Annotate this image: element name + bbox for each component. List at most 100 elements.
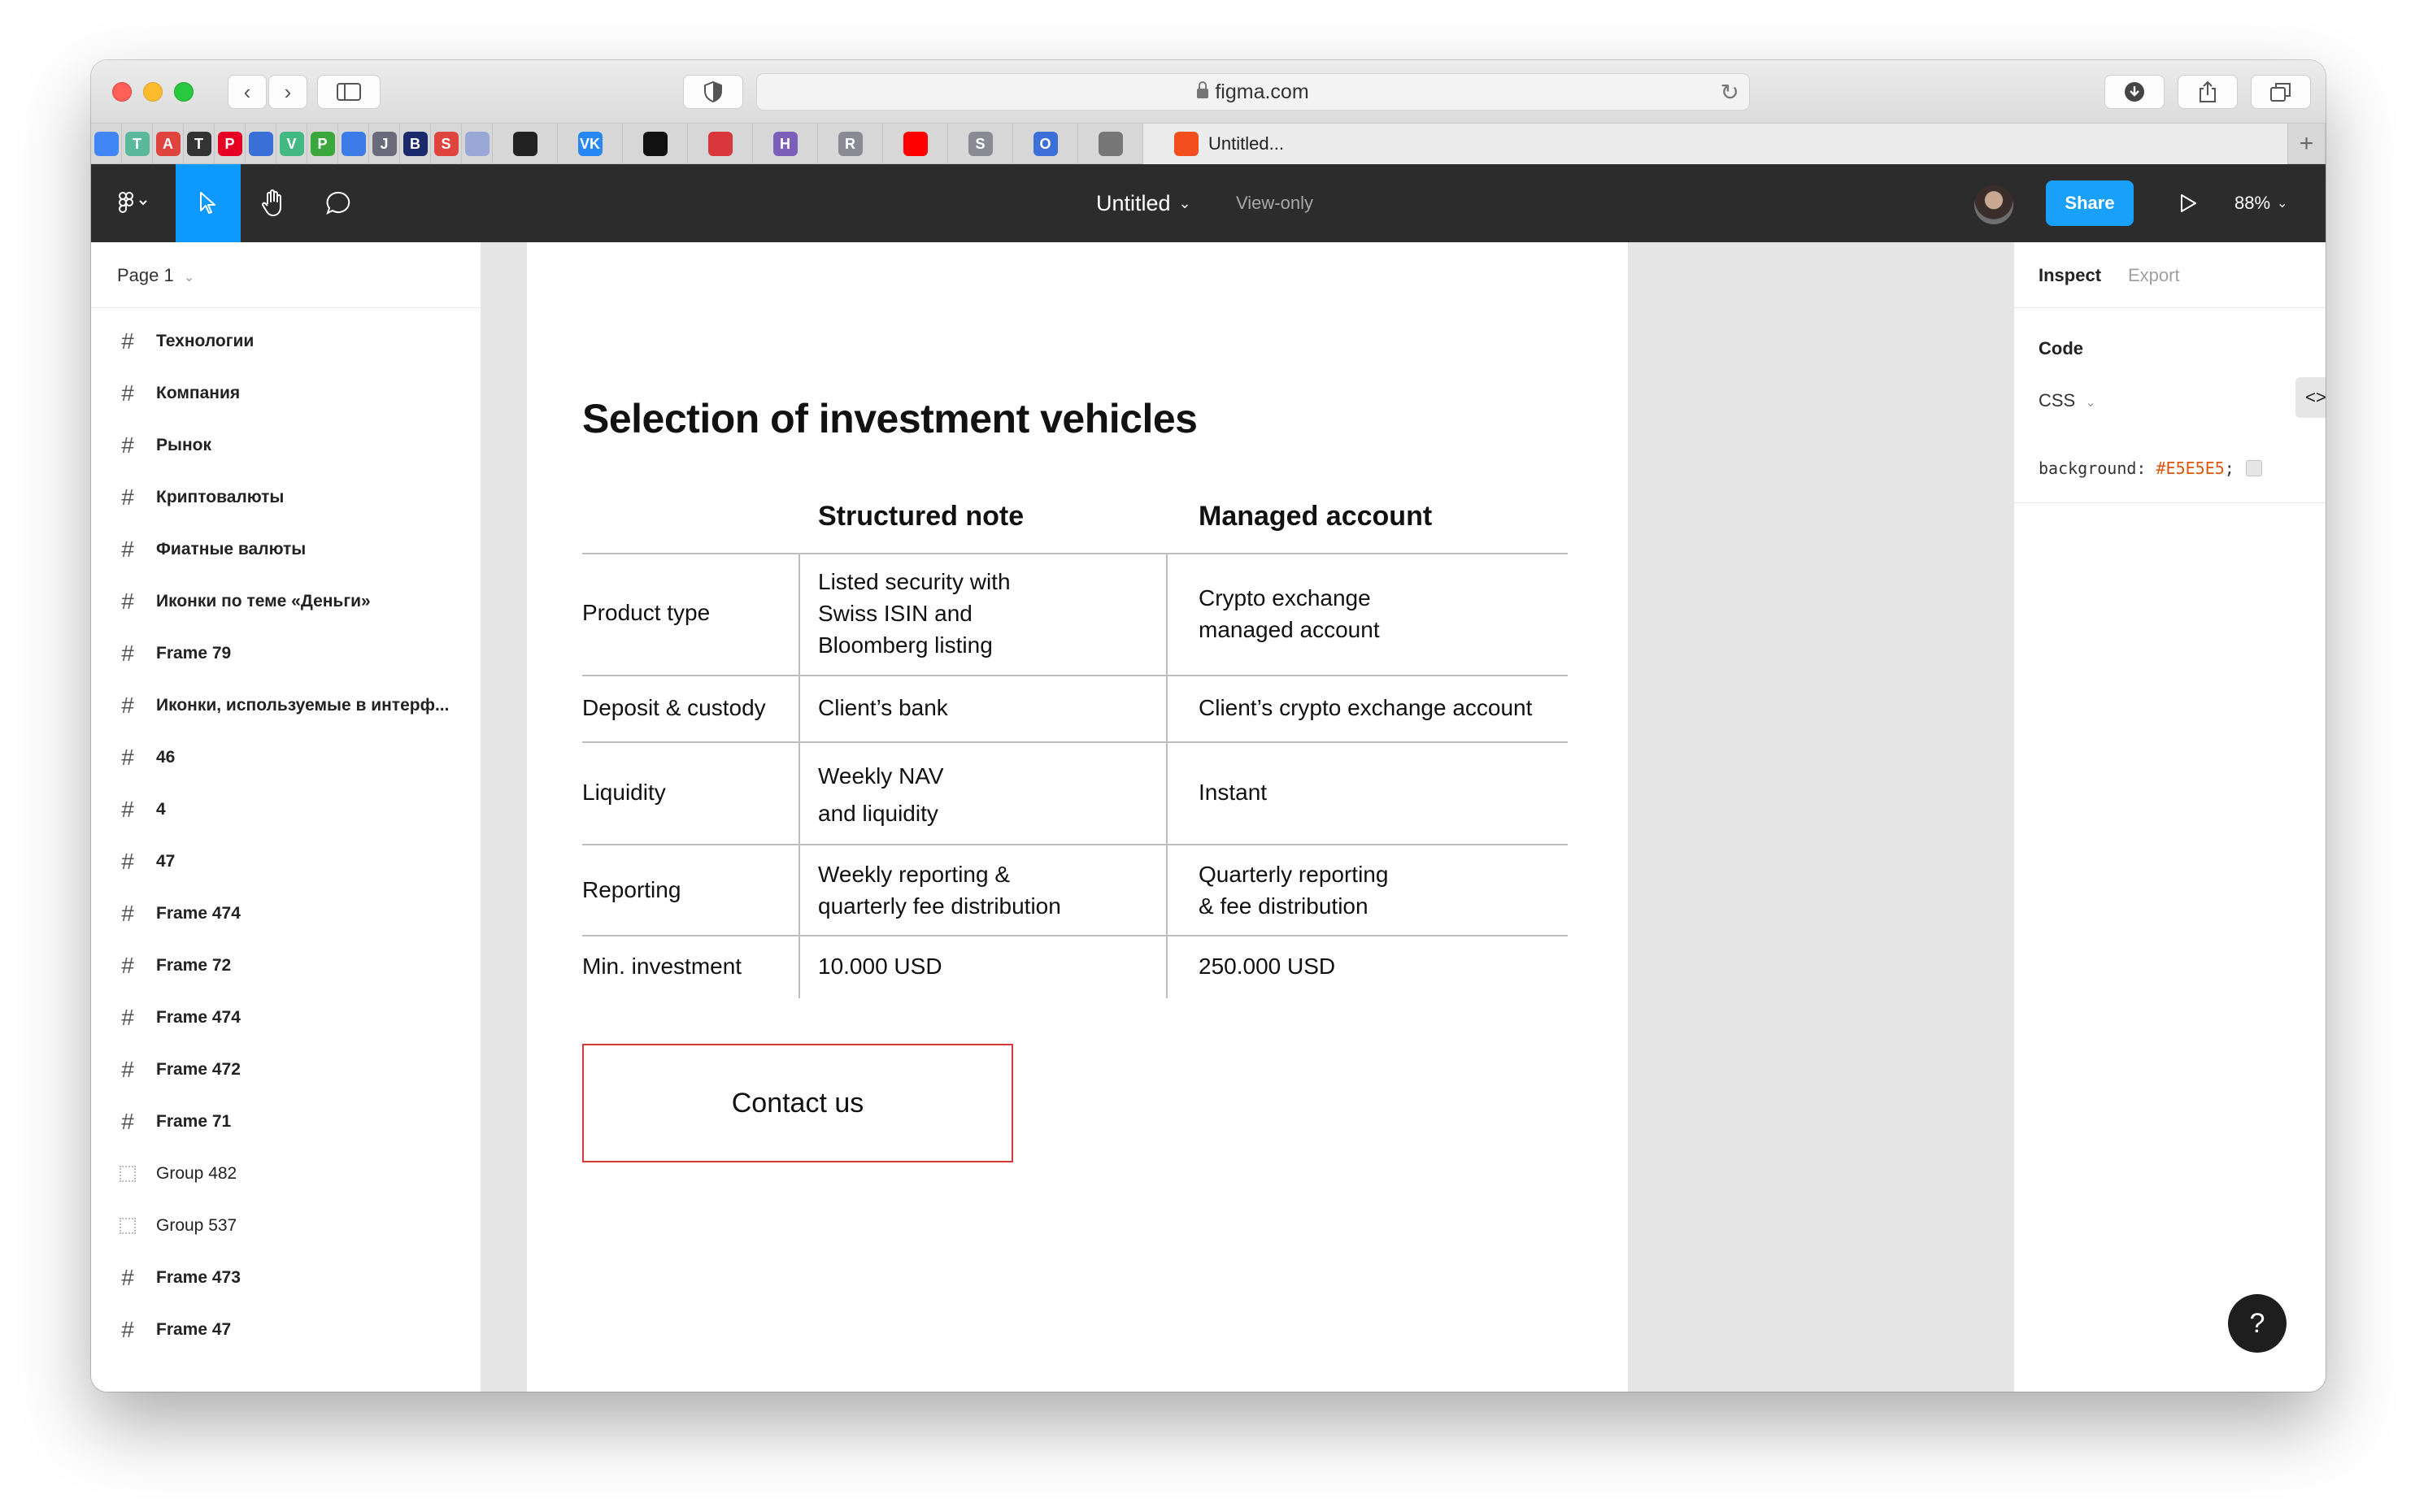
layer-item[interactable]: # Криптовалюты <box>117 471 475 524</box>
bookmark-reddit-bot[interactable] <box>246 124 276 164</box>
bookmark-b[interactable]: B <box>400 124 431 164</box>
layer-name: Иконки по теме «Деньги» <box>156 592 371 610</box>
chevron-right-icon: › <box>284 79 292 104</box>
layer-item[interactable]: Group 537 <box>117 1200 475 1252</box>
h-icon: H <box>772 132 798 156</box>
bookmark-s-grey[interactable]: S <box>948 124 1013 164</box>
layer-item[interactable]: #4 <box>117 784 475 836</box>
present-button[interactable] <box>2168 164 2208 242</box>
share-button[interactable]: Share <box>2046 180 2134 226</box>
tab-bar: T A T P V P J B S VK H R S O Untitled... + <box>91 124 2326 164</box>
privacy-shield-button[interactable] <box>683 75 743 109</box>
layer-item[interactable]: # Frame 474 <box>117 888 475 940</box>
layer-item[interactable]: # Frame 473 <box>117 1252 475 1304</box>
url-text: figma.com <box>1215 80 1309 103</box>
layer-item[interactable]: # Frame 472 <box>117 1044 475 1096</box>
layer-name: 47 <box>156 852 176 871</box>
code-view-toggle[interactable]: <> <box>2295 377 2326 418</box>
comment-tool-button[interactable] <box>306 164 371 242</box>
bookmark-youtube[interactable] <box>883 124 948 164</box>
tab-overview-button[interactable] <box>2251 75 2311 109</box>
downloads-button[interactable] <box>2104 75 2165 109</box>
layer-item[interactable]: # Frame 47 <box>117 1304 475 1356</box>
back-button[interactable]: ‹ <box>228 75 267 109</box>
row-label: Min. investment <box>582 954 742 979</box>
page-selector[interactable]: Page 1 ⌄ <box>117 265 194 286</box>
cluster-icon <box>707 132 733 156</box>
table-divider <box>582 553 1568 554</box>
bookmark-play-circle[interactable] <box>462 124 493 164</box>
forward-button[interactable]: › <box>268 75 307 109</box>
divider <box>2014 502 2326 503</box>
minimize-window-button[interactable] <box>143 82 163 102</box>
chevron-down-icon: ⌄ <box>2277 197 2288 211</box>
address-bar[interactable]: figma.com ↻ <box>756 73 1750 111</box>
tab-export[interactable]: Export <box>2128 265 2180 286</box>
bookmark-vue[interactable]: V <box>276 124 307 164</box>
cell-structured-note: Weekly reporting & quarterly fee distrib… <box>818 862 1061 919</box>
frame-hash-icon: # <box>121 484 134 510</box>
canvas[interactable]: Selection of investment vehicles Structu… <box>481 242 2311 1392</box>
bookmark-chrome[interactable] <box>91 124 122 164</box>
design-frame[interactable]: Selection of investment vehicles Structu… <box>527 242 1628 1392</box>
layer-item[interactable]: # Фиатные валюты <box>117 524 475 576</box>
bookmark-j[interactable]: J <box>369 124 400 164</box>
layer-item[interactable]: #47 <box>117 836 475 888</box>
browser-toolbar: ‹ › figma.com ↻ <box>91 60 2326 124</box>
move-tool-button[interactable] <box>176 164 241 242</box>
contact-us-button[interactable]: Contact us <box>582 1044 1013 1162</box>
bookmark-instagram[interactable] <box>493 124 558 164</box>
layer-item[interactable]: # Frame 72 <box>117 940 475 992</box>
layer-item[interactable]: # Frame 79 <box>117 628 475 680</box>
sidebar-icon <box>337 83 361 101</box>
sidebar-toggle-button[interactable] <box>317 75 381 109</box>
bookmark-github[interactable] <box>623 124 688 164</box>
frame-hash-icon: # <box>121 901 134 926</box>
bookmark-h[interactable]: H <box>753 124 818 164</box>
pinterest-icon: P <box>217 132 242 156</box>
cell-managed-account: Instant <box>1199 780 1268 805</box>
layer-item[interactable]: # Компания <box>117 367 475 419</box>
bookmark-s-red[interactable]: S <box>431 124 462 164</box>
help-button[interactable]: ? <box>2228 1294 2287 1353</box>
bookmark-compass[interactable] <box>1078 124 1143 164</box>
bookmark-o[interactable]: O <box>1013 124 1078 164</box>
zoom-menu[interactable]: 88% ⌄ <box>2234 164 2287 242</box>
layer-item[interactable]: # Frame 474 <box>117 992 475 1044</box>
figma-toolbar: Untitled ⌄ View-only Share 88% ⌄ <box>91 164 2326 242</box>
hand-tool-button[interactable] <box>241 164 306 242</box>
zoom-window-button[interactable] <box>174 82 194 102</box>
bookmark-typora[interactable]: T <box>184 124 215 164</box>
figma-menu-button[interactable] <box>91 164 176 242</box>
layer-item[interactable]: # Технологии <box>117 315 475 367</box>
bookmark-p-green[interactable]: P <box>307 124 338 164</box>
layer-item[interactable]: #46 <box>117 732 475 784</box>
table-divider <box>582 675 1568 676</box>
layer-item[interactable]: # Frame 71 <box>117 1096 475 1148</box>
layer-item[interactable]: # Иконки, используемые в интерф... <box>117 680 475 732</box>
avatar[interactable] <box>1974 185 2013 224</box>
document-title[interactable]: Untitled ⌄ <box>1096 164 1191 242</box>
active-tab[interactable]: Untitled... <box>1143 124 2288 164</box>
bookmark-vk[interactable]: VK <box>558 124 623 164</box>
close-window-button[interactable] <box>112 82 132 102</box>
share-sheet-button[interactable] <box>2178 75 2238 109</box>
language-select[interactable]: CSS ⌄ <box>2039 390 2096 411</box>
tab-inspect[interactable]: Inspect <box>2039 265 2101 286</box>
bookmark-acrobat[interactable]: A <box>153 124 184 164</box>
new-tab-button[interactable]: + <box>2288 124 2326 164</box>
bookmark-cluster[interactable] <box>688 124 753 164</box>
chevron-down-icon: ⌄ <box>1178 194 1191 211</box>
cell-managed-account: Client’s crypto exchange account <box>1199 695 1533 720</box>
layer-name: Технологии <box>156 332 255 350</box>
layer-item[interactable]: # Рынок <box>117 419 475 471</box>
bookmark-pinterest[interactable]: P <box>215 124 246 164</box>
code-snippet[interactable]: background: #E5E5E5 ; <box>2039 458 2262 478</box>
reload-icon[interactable]: ↻ <box>1721 79 1739 106</box>
layer-item[interactable]: Group 482 <box>117 1148 475 1200</box>
bookmark-t-green[interactable]: T <box>122 124 153 164</box>
share-icon <box>2200 80 2216 102</box>
bookmark-r[interactable]: R <box>818 124 883 164</box>
bookmark-blue-square[interactable] <box>338 124 369 164</box>
layer-item[interactable]: # Иконки по теме «Деньги» <box>117 576 475 628</box>
